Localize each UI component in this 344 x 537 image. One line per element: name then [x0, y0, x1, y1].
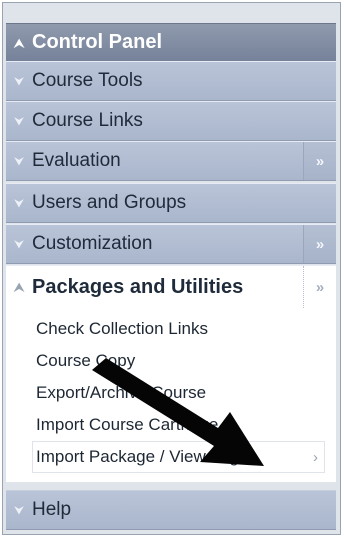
double-chevron-down-icon: ⮟	[14, 196, 25, 210]
double-chevron-down-icon: ⮟	[14, 114, 25, 128]
section-title: Packages and Utilities	[32, 275, 244, 298]
menu-item-help[interactable]: ⮟ Help	[6, 490, 336, 530]
annotation-arrow-icon	[92, 358, 264, 466]
double-chevron-up-icon: ⮝	[14, 280, 25, 294]
control-panel-header[interactable]: ⮝ Control Panel	[6, 23, 336, 61]
double-chevron-right-icon[interactable]: »	[303, 266, 336, 308]
double-chevron-down-icon: ⮟	[14, 74, 25, 88]
menu-item-users-and-groups[interactable]: ⮟ Users and Groups	[6, 183, 336, 223]
menu-item-customization[interactable]: ⮟ Customization »	[6, 224, 336, 264]
double-chevron-down-icon: ⮟	[14, 503, 25, 517]
control-panel-title: Control Panel	[32, 31, 163, 53]
submenu-item-check-collection-links[interactable]: Check Collection Links	[36, 313, 325, 345]
menu-item-course-tools[interactable]: ⮟ Course Tools	[6, 61, 336, 101]
menu-item-course-links[interactable]: ⮟ Course Links	[6, 101, 336, 141]
menu-item-evaluation[interactable]: ⮟ Evaluation »	[6, 141, 336, 181]
chevron-right-icon: ›	[313, 448, 318, 466]
packages-and-utilities-header[interactable]: ⮝ Packages and Utilities »	[6, 266, 336, 308]
menu-item-label: Customization	[32, 233, 153, 254]
double-chevron-right-icon[interactable]: »	[303, 225, 336, 263]
menu-item-label: Course Tools	[32, 70, 143, 91]
menu-item-label: Users and Groups	[32, 192, 187, 213]
double-chevron-up-icon: ⮝	[14, 35, 25, 50]
menu-item-label: Help	[32, 499, 72, 520]
double-chevron-down-icon: ⮟	[14, 237, 25, 251]
menu-item-label: Evaluation	[32, 150, 121, 171]
double-chevron-right-icon[interactable]: »	[303, 142, 336, 180]
menu-item-label: Course Links	[32, 110, 143, 131]
double-chevron-down-icon: ⮟	[14, 154, 25, 168]
